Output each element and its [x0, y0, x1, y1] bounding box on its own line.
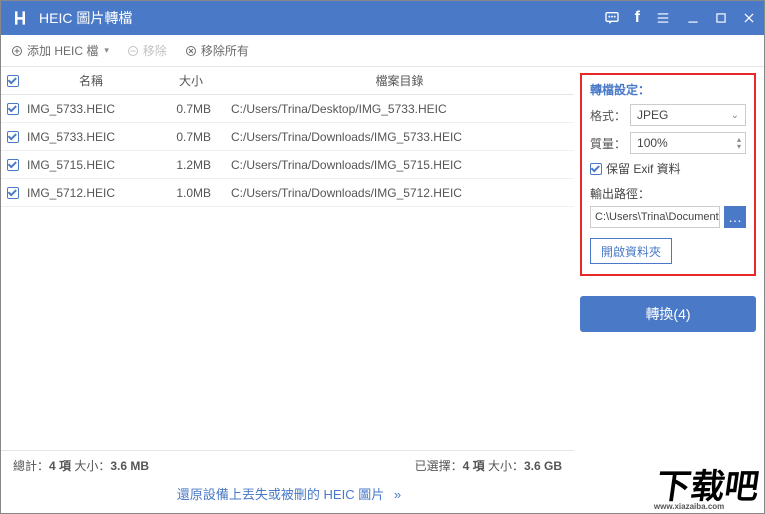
- exif-label: 保留 Exif 資料: [606, 160, 681, 177]
- row-checkbox[interactable]: [7, 187, 19, 199]
- row-path: C:/Users/Trina/Desktop/IMG_5733.HEIC: [225, 102, 574, 116]
- row-size: 0.7MB: [157, 102, 225, 116]
- add-file-label: 添加 HEIC 檔: [27, 42, 98, 59]
- row-size: 0.7MB: [157, 130, 225, 144]
- facebook-icon[interactable]: f: [635, 9, 640, 27]
- remove-button: 移除: [127, 42, 167, 59]
- row-checkbox[interactable]: [7, 131, 19, 143]
- titlebar: HEIC 圖片轉檔 f: [1, 1, 764, 35]
- watermark: 下载吧 www.xiazaiba.com: [653, 472, 760, 511]
- table-header: 名稱 大小 檔案目錄: [1, 67, 574, 95]
- format-value: JPEG: [637, 108, 731, 122]
- spinner-arrows-icon[interactable]: ▴▾: [737, 136, 741, 150]
- quality-spinner[interactable]: 100% ▴▾: [630, 132, 746, 154]
- table-row[interactable]: IMG_5733.HEIC0.7MBC:/Users/Trina/Desktop…: [1, 95, 574, 123]
- format-select[interactable]: JPEG ⌄: [630, 104, 746, 126]
- status-bar: 總計：4 項 大小：3.6 MB 已選擇：4 項 大小：3.6 GB: [1, 450, 574, 476]
- chevron-down-icon: ⌄: [731, 110, 739, 121]
- row-name: IMG_5715.HEIC: [25, 158, 157, 172]
- convert-label: 轉換(4): [645, 304, 690, 324]
- status-selected: 已選擇：4 項 大小：3.6 GB: [415, 457, 562, 474]
- row-name: IMG_5733.HEIC: [25, 130, 157, 144]
- convert-button[interactable]: 轉換(4): [580, 296, 756, 332]
- row-path: C:/Users/Trina/Downloads/IMG_5733.HEIC: [225, 130, 574, 144]
- row-path: C:/Users/Trina/Downloads/IMG_5712.HEIC: [225, 186, 574, 200]
- settings-title: 轉檔設定：: [590, 81, 746, 98]
- table-row[interactable]: IMG_5712.HEIC1.0MBC:/Users/Trina/Downloa…: [1, 179, 574, 207]
- settings-box: 轉檔設定： 格式： JPEG ⌄ 質量： 100% ▴▾: [580, 73, 756, 276]
- app-logo-icon: [9, 7, 31, 29]
- recover-link[interactable]: 還原設備上丟失或被刪的 HEIC 圖片 »: [1, 476, 574, 513]
- row-size: 1.2MB: [157, 158, 225, 172]
- table-row[interactable]: IMG_5733.HEIC0.7MBC:/Users/Trina/Downloa…: [1, 123, 574, 151]
- output-path-input[interactable]: C:\Users\Trina\Documents\: [590, 206, 720, 228]
- row-checkbox[interactable]: [7, 159, 19, 171]
- remove-all-button[interactable]: 移除所有: [185, 42, 249, 59]
- header-size[interactable]: 大小: [157, 72, 225, 89]
- menu-icon[interactable]: [654, 11, 672, 25]
- close-button[interactable]: [742, 11, 756, 25]
- remove-label: 移除: [143, 42, 167, 59]
- open-folder-button[interactable]: 開啟資料夾: [590, 238, 672, 264]
- app-window: HEIC 圖片轉檔 f 添加 HEIC 檔 ▾: [0, 0, 765, 514]
- row-name: IMG_5733.HEIC: [25, 102, 157, 116]
- add-file-button[interactable]: 添加 HEIC 檔 ▾: [11, 42, 109, 59]
- chevron-down-icon: ▾: [104, 45, 109, 56]
- file-list-panel: 名稱 大小 檔案目錄 IMG_5733.HEIC0.7MBC:/Users/Tr…: [1, 67, 574, 513]
- app-title: HEIC 圖片轉檔: [39, 8, 603, 28]
- row-checkbox[interactable]: [7, 103, 19, 115]
- row-size: 1.0MB: [157, 186, 225, 200]
- maximize-button[interactable]: [714, 11, 728, 25]
- header-name[interactable]: 名稱: [25, 72, 157, 89]
- chevron-right-icon: »: [394, 487, 398, 502]
- quality-value: 100%: [637, 136, 737, 150]
- remove-all-label: 移除所有: [201, 42, 249, 59]
- output-label: 輸出路徑：: [590, 185, 746, 202]
- toolbar: 添加 HEIC 檔 ▾ 移除 移除所有: [1, 35, 764, 67]
- exif-checkbox[interactable]: [590, 163, 602, 175]
- format-label: 格式：: [590, 107, 626, 124]
- table-row[interactable]: IMG_5715.HEIC1.2MBC:/Users/Trina/Downloa…: [1, 151, 574, 179]
- row-name: IMG_5712.HEIC: [25, 186, 157, 200]
- table-body: IMG_5733.HEIC0.7MBC:/Users/Trina/Desktop…: [1, 95, 574, 450]
- row-path: C:/Users/Trina/Downloads/IMG_5715.HEIC: [225, 158, 574, 172]
- header-path[interactable]: 檔案目錄: [225, 72, 574, 89]
- browse-button[interactable]: …: [724, 206, 746, 228]
- status-total: 總計：4 項 大小：3.6 MB: [13, 457, 149, 474]
- minimize-button[interactable]: [686, 11, 700, 25]
- settings-panel: 轉檔設定： 格式： JPEG ⌄ 質量： 100% ▴▾: [574, 67, 764, 513]
- quality-label: 質量：: [590, 135, 626, 152]
- feedback-icon[interactable]: [603, 10, 621, 26]
- recover-label: 還原設備上丟失或被刪的 HEIC 圖片: [177, 487, 384, 502]
- select-all-checkbox[interactable]: [7, 75, 19, 87]
